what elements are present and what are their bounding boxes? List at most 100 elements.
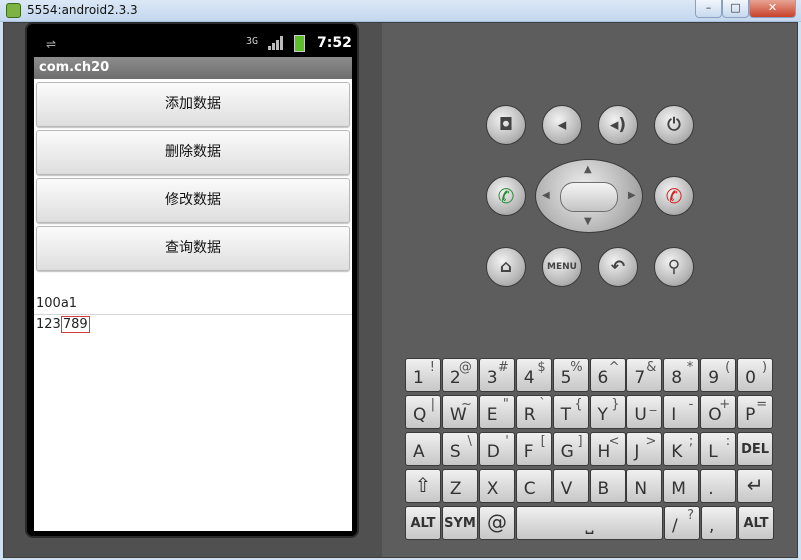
key-row3-5[interactable]: H < (589, 432, 626, 466)
result-text: 100a1 (36, 296, 78, 311)
key-label: 9 (708, 368, 720, 388)
dpad-left-icon[interactable]: ◀ (542, 190, 550, 201)
key-row3-3[interactable]: F[ (515, 432, 552, 466)
key-alt-label: * (686, 360, 694, 375)
key-row1-4[interactable]: 5% (552, 358, 589, 392)
search-button[interactable]: ⚲ (654, 247, 694, 287)
window-titlebar: 5554:android2.3.3 – □ ✕ (0, 0, 801, 22)
key-row3-8[interactable]: L: (700, 432, 737, 466)
key-label: ⎵ (585, 510, 594, 534)
key-row4-0[interactable]: ⇧ (405, 469, 441, 503)
end-call-button[interactable]: ✆ (654, 176, 694, 216)
key-row2-1[interactable]: W ~ (441, 395, 478, 429)
space-key[interactable]: ⎵ (516, 506, 663, 540)
dpad-down-icon[interactable]: ▼ (584, 216, 592, 227)
key-row1-7[interactable]: 8 * (663, 358, 700, 392)
key-row1-8[interactable]: 9( (700, 358, 737, 392)
key-row3-6[interactable]: J > (626, 432, 663, 466)
dpad-right-icon[interactable]: ▶ (628, 190, 636, 201)
key-label: U (634, 405, 647, 425)
status-bar: ⇌ 3G 7:52 (34, 32, 352, 57)
query-data-button[interactable]: 查询数据 (36, 226, 350, 271)
battery-icon (294, 35, 305, 52)
key-row4-2[interactable]: X (478, 469, 515, 503)
key-row4-8[interactable]: . (700, 469, 737, 503)
power-button[interactable]: ⏻ (654, 105, 694, 145)
at-key[interactable]: @ (479, 506, 515, 540)
signal-icon (268, 36, 284, 50)
key-alt-label: - (688, 397, 694, 412)
key-row4-6[interactable]: N (626, 469, 663, 503)
minimize-button[interactable]: – (695, 0, 722, 18)
close-button[interactable]: ✕ (749, 0, 796, 18)
key-alt-label: | (430, 397, 435, 412)
key-alt-label: ? (687, 508, 694, 523)
key-row4-3[interactable]: C (515, 469, 552, 503)
key-row1-2[interactable]: 3 # (478, 358, 515, 392)
sym-key[interactable]: SYM (442, 506, 478, 540)
clock: 7:52 (317, 35, 352, 51)
key-row3-7[interactable]: K; (663, 432, 700, 466)
key-alt-label: " (502, 397, 509, 412)
key-row3-2[interactable]: D ' (478, 432, 515, 466)
key-label: C (523, 479, 536, 499)
key-row2-3[interactable]: R ` (515, 395, 552, 429)
key-label: ALT (743, 516, 769, 531)
key-row3-4[interactable]: G] (552, 432, 589, 466)
key-alt-label: _ (649, 397, 657, 412)
key-row4-7[interactable]: M (663, 469, 700, 503)
slash-key[interactable]: /? (664, 506, 700, 540)
key-row1-6[interactable]: 7 & (626, 358, 663, 392)
key-label: / (672, 516, 678, 536)
alt-left-key[interactable]: ALT (405, 506, 441, 540)
key-row2-7[interactable]: I- (663, 395, 700, 429)
key-row1-1[interactable]: 2 @ (441, 358, 478, 392)
key-row2-6[interactable]: U _ (626, 395, 663, 429)
update-data-button[interactable]: 修改数据 (36, 178, 350, 223)
key-row2-9[interactable]: P = (737, 395, 774, 429)
menu-button[interactable]: MENU (542, 247, 582, 287)
add-data-button[interactable]: 添加数据 (36, 82, 350, 127)
volume-down-button[interactable]: ◂ (542, 105, 582, 145)
delete-data-button[interactable]: 删除数据 (36, 130, 350, 175)
camera-button[interactable]: ◘ (486, 105, 526, 145)
key-row4-4[interactable]: V (552, 469, 589, 503)
key-row2-8[interactable]: O + (700, 395, 737, 429)
call-button[interactable]: ✆ (486, 176, 526, 216)
key-row2-5[interactable]: Y} (589, 395, 626, 429)
dpad[interactable]: ▲ ▼ ◀ ▶ (535, 159, 643, 233)
key-row4-5[interactable]: B (589, 469, 626, 503)
key-row1-0[interactable]: 1! (405, 358, 441, 392)
key-row2-4[interactable]: T{ (552, 395, 589, 429)
maximize-button[interactable]: □ (722, 0, 749, 18)
edit-text-field[interactable]: 123 789 (36, 316, 90, 333)
dpad-center-button[interactable] (560, 182, 618, 212)
key-row3-0[interactable]: A (405, 432, 441, 466)
key-alt-label: ` (539, 397, 546, 412)
key-row1-5[interactable]: 6 ^ (589, 358, 626, 392)
key-alt-label: % (570, 360, 583, 375)
alt-right-key[interactable]: ALT (738, 506, 774, 540)
key-row2-2[interactable]: E " (478, 395, 515, 429)
key-row1-9[interactable]: 0) (737, 358, 774, 392)
key-label: ALT (410, 516, 436, 531)
key-row4-9[interactable]: ↵ (737, 469, 774, 503)
volume-up-button[interactable]: ◂) (598, 105, 638, 145)
key-label: E (486, 405, 498, 425)
key-label: 1 (413, 368, 424, 388)
key-row3-9[interactable]: DEL (737, 432, 774, 466)
key-row3-1[interactable]: S \ (441, 432, 478, 466)
key-label: S (449, 442, 461, 462)
comma-key[interactable]: , (701, 506, 737, 540)
divider (34, 314, 352, 315)
key-row1-3[interactable]: 4 $ (515, 358, 552, 392)
key-alt-label: [ (540, 434, 546, 449)
key-row4-1[interactable]: Z (441, 469, 478, 503)
key-label: M (671, 479, 686, 499)
home-button[interactable]: ⌂ (486, 247, 526, 287)
dpad-up-icon[interactable]: ▲ (584, 164, 592, 175)
back-button[interactable]: ↶ (598, 247, 638, 287)
key-label: Z (449, 479, 462, 499)
key-row2-0[interactable]: Q | (405, 395, 441, 429)
key-label: N (634, 479, 648, 499)
